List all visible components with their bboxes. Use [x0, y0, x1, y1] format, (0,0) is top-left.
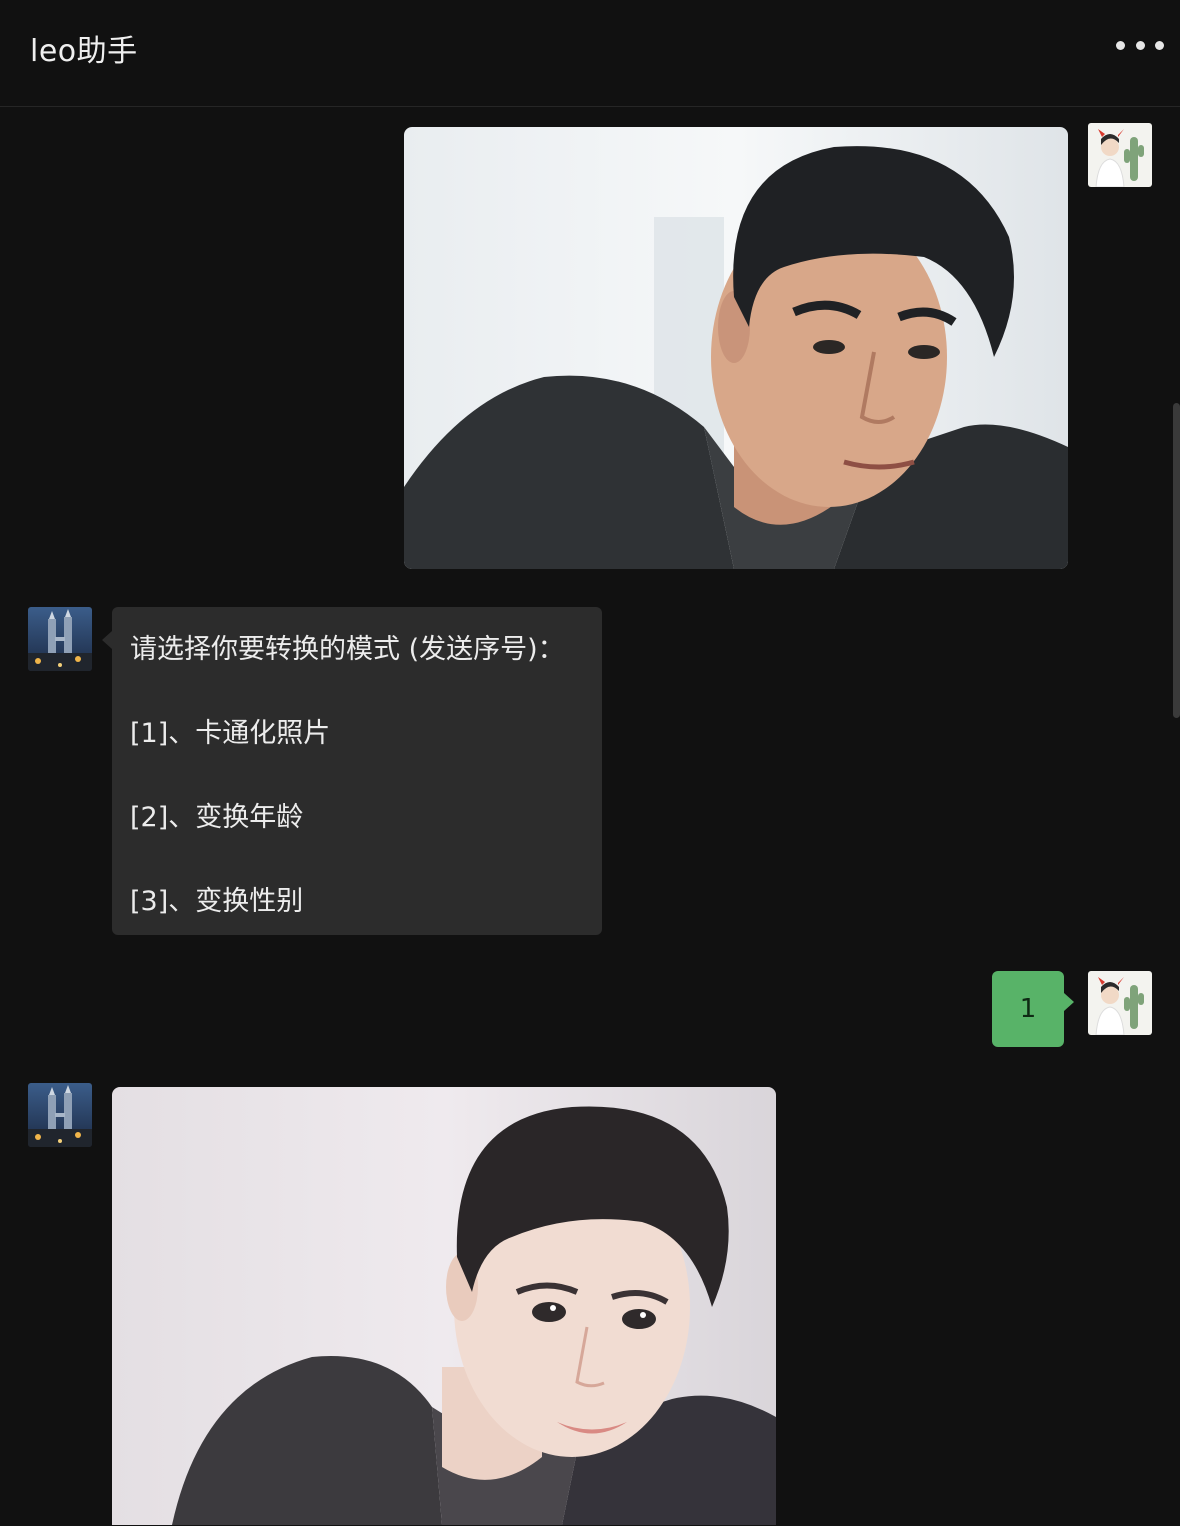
prompt-text: 请选择你要转换的模式 (发送序号)： — [130, 634, 565, 665]
option-cartoon: [1]、卡通化照片 — [130, 718, 331, 749]
bot-avatar[interactable] — [28, 1083, 92, 1147]
chat-window: leo助手 请选择你要转换的模式 (发送序号)： [1]、卡通化照片 [2]、变… — [0, 0, 1180, 1526]
sent-photo[interactable] — [404, 127, 1068, 569]
user-message-text: 1 — [1019, 994, 1037, 1024]
message-list[interactable]: 请选择你要转换的模式 (发送序号)： [1]、卡通化照片 [2]、变换年龄 [3… — [0, 107, 1180, 1526]
chat-title: leo助手 — [30, 34, 138, 69]
user-avatar[interactable] — [1088, 971, 1152, 1035]
dot — [1135, 40, 1145, 50]
scrollbar[interactable] — [1173, 403, 1180, 718]
option-gender: [3]、变换性别 — [130, 886, 304, 917]
dot — [1116, 40, 1125, 50]
option-age: [2]、变换年龄 — [130, 802, 304, 833]
bot-avatar[interactable] — [28, 607, 92, 671]
cartoon-photo[interactable] — [112, 1087, 776, 1525]
more-dots-icon[interactable] — [1116, 30, 1164, 60]
dot — [1155, 40, 1164, 50]
user-message-bubble[interactable]: 1 — [992, 971, 1074, 1047]
chat-header: leo助手 — [0, 0, 1180, 107]
bot-message-bubble[interactable]: 请选择你要转换的模式 (发送序号)： [1]、卡通化照片 [2]、变换年龄 [3… — [102, 607, 602, 935]
user-avatar[interactable] — [1088, 123, 1152, 187]
